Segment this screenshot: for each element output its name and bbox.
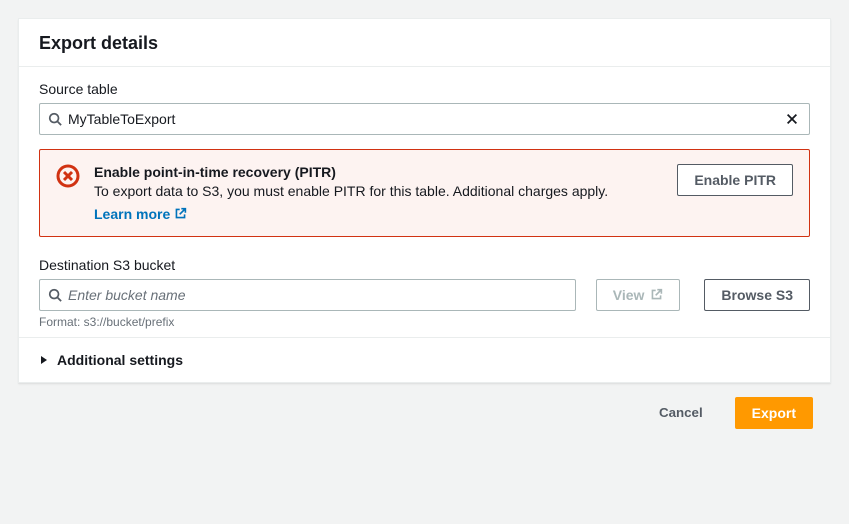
search-icon (48, 112, 62, 126)
cancel-button[interactable]: Cancel (643, 397, 719, 429)
source-table-input-wrap (39, 103, 810, 135)
external-link-icon (174, 207, 187, 220)
destination-label: Destination S3 bucket (39, 257, 810, 273)
error-icon (56, 164, 80, 188)
view-label: View (613, 287, 645, 303)
additional-settings-toggle[interactable]: Additional settings (19, 337, 830, 382)
source-table-label: Source table (39, 81, 810, 97)
source-table-input[interactable] (68, 104, 783, 134)
footer: Cancel Export (18, 383, 831, 443)
search-icon (48, 288, 62, 302)
pitr-alert: Enable point-in-time recovery (PITR) To … (39, 149, 810, 237)
export-details-panel: Export details Source table (18, 18, 831, 383)
enable-pitr-button[interactable]: Enable PITR (677, 164, 793, 196)
destination-input-wrap (39, 279, 576, 311)
panel-header: Export details (19, 19, 830, 67)
learn-more-label: Learn more (94, 206, 170, 222)
alert-description: To export data to S3, you must enable PI… (94, 182, 663, 202)
clear-source-table-button[interactable] (783, 110, 801, 128)
destination-input[interactable] (68, 280, 567, 310)
alert-content: Enable point-in-time recovery (PITR) To … (94, 164, 663, 222)
view-bucket-button: View (596, 279, 681, 311)
learn-more-link[interactable]: Learn more (94, 206, 187, 222)
destination-hint: Format: s3://bucket/prefix (39, 315, 810, 329)
export-button[interactable]: Export (735, 397, 813, 429)
additional-settings-label: Additional settings (57, 352, 183, 368)
panel-title: Export details (39, 33, 810, 54)
browse-s3-button[interactable]: Browse S3 (704, 279, 810, 311)
alert-title: Enable point-in-time recovery (PITR) (94, 164, 663, 180)
external-link-icon (650, 288, 663, 301)
caret-right-icon (39, 355, 49, 365)
